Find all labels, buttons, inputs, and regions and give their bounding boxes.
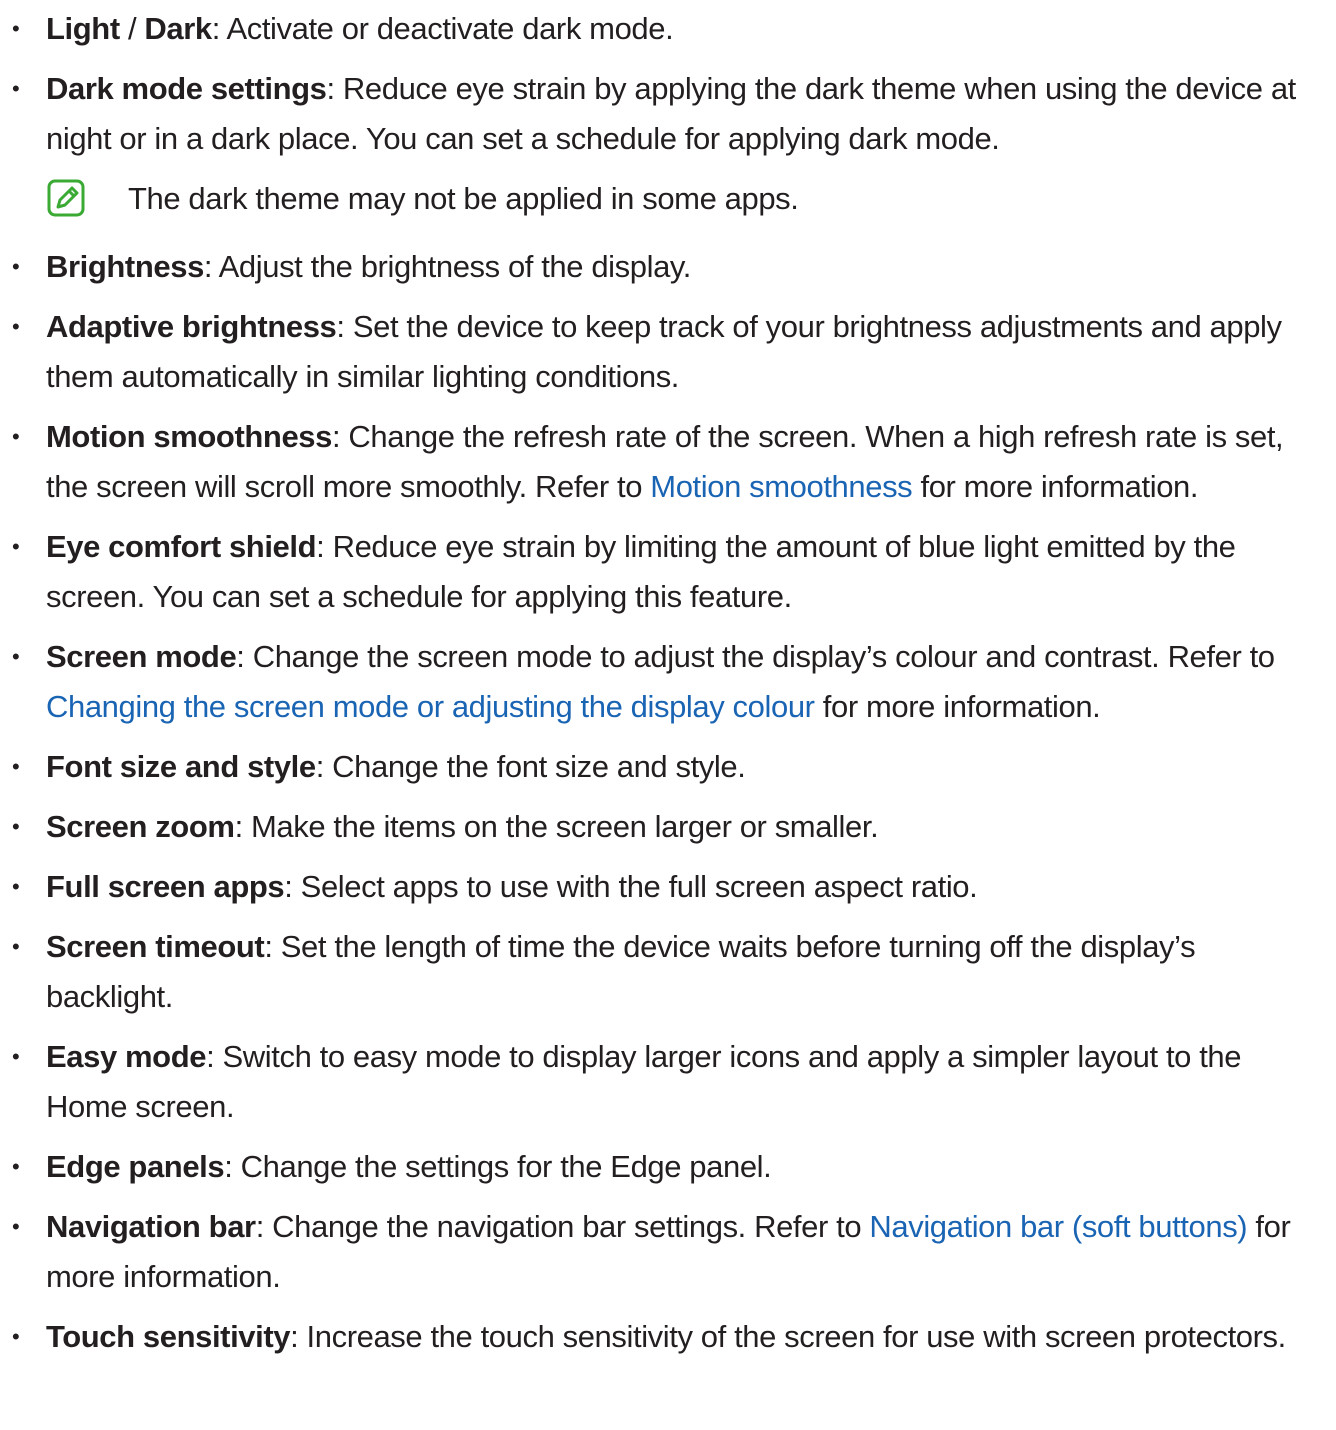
list-item: • Navigation bar: Change the navigation b… xyxy=(0,1202,1336,1302)
setting-term: Dark xyxy=(144,11,212,46)
setting-term: Screen zoom xyxy=(46,809,235,844)
list-item: • Adaptive brightness: Set the device to … xyxy=(0,302,1336,402)
cross-reference-link[interactable]: Changing the screen mode or adjusting th… xyxy=(46,689,815,724)
bullet-dot: • xyxy=(12,874,20,899)
list-item: • Full screen apps: Select apps to use wi… xyxy=(0,862,1336,912)
bullet-dot: • xyxy=(12,1154,20,1179)
note-text: The dark theme may not be applied in som… xyxy=(128,181,799,216)
list-item: • Motion smoothness: Change the refresh r… xyxy=(0,412,1336,512)
list-item: • Font size and style: Change the font si… xyxy=(0,742,1336,792)
setting-term: Dark mode settings xyxy=(46,71,327,106)
note-pencil-icon xyxy=(47,179,85,217)
bullet-dot: • xyxy=(12,76,20,101)
bullet-dot: • xyxy=(12,1214,20,1239)
bullet-dot: • xyxy=(12,424,20,449)
setting-term: Screen timeout xyxy=(46,929,265,964)
setting-term: Easy mode xyxy=(46,1039,207,1074)
description-text: : Change the font size and style. xyxy=(315,749,746,784)
bullet-dot: • xyxy=(12,16,20,41)
setting-term: Navigation bar xyxy=(46,1209,256,1244)
description-text: : Increase the touch sensitivity of the … xyxy=(290,1319,1286,1354)
bullet-dot: • xyxy=(12,1044,20,1069)
note-callout: The dark theme may not be applied in som… xyxy=(0,174,1336,224)
description-text: : Activate or deactivate dark mode. xyxy=(211,11,674,46)
list-item: • Easy mode: Switch to easy mode to displ… xyxy=(0,1032,1336,1132)
bullet-dot: • xyxy=(12,1324,20,1349)
description-text: : Change the screen mode to adjust the d… xyxy=(236,639,1275,674)
cross-reference-link[interactable]: Motion smoothness xyxy=(650,469,912,504)
list-item: • Screen timeout: Set the length of time … xyxy=(0,922,1336,1022)
bullet-dot: • xyxy=(12,814,20,839)
description-text: : Make the items on the screen larger or… xyxy=(234,809,879,844)
list-item: • Brightness: Adjust the brightness of th… xyxy=(0,242,1336,292)
bullet-dot: • xyxy=(12,754,20,779)
setting-term: Adaptive brightness xyxy=(46,309,337,344)
setting-term: Light xyxy=(46,11,120,46)
setting-term: Screen mode xyxy=(46,639,237,674)
description-text: : Select apps to use with the full scree… xyxy=(284,869,978,904)
list-item: • Light / Dark: Activate or deactivate da… xyxy=(0,4,1336,54)
bullet-dot: • xyxy=(12,934,20,959)
description-text: for more information. xyxy=(814,689,1101,724)
setting-term: Edge panels xyxy=(46,1149,225,1184)
description-text: / xyxy=(119,11,145,46)
list-item: • Screen mode: Change the screen mode to … xyxy=(0,632,1336,732)
list-item: • Screen zoom: Make the items on the scre… xyxy=(0,802,1336,852)
description-text: for more information. xyxy=(912,469,1199,504)
manual-page: • Light / Dark: Activate or deactivate da… xyxy=(0,0,1336,1430)
setting-term: Brightness xyxy=(46,249,204,284)
bullet-dot: • xyxy=(12,314,20,339)
setting-term: Touch sensitivity xyxy=(46,1319,291,1354)
list-item: • Edge panels: Change the settings for th… xyxy=(0,1142,1336,1192)
setting-term: Font size and style xyxy=(46,749,316,784)
setting-term: Eye comfort shield xyxy=(46,529,317,564)
list-item: • Dark mode settings: Reduce eye strain b… xyxy=(0,64,1336,164)
list-item: • Eye comfort shield: Reduce eye strain b… xyxy=(0,522,1336,622)
cross-reference-link[interactable]: Navigation bar (soft buttons) xyxy=(869,1209,1247,1244)
description-text: : Adjust the brightness of the display. xyxy=(203,249,691,284)
setting-term: Full screen apps xyxy=(46,869,285,904)
list-item: • Touch sensitivity: Increase the touch s… xyxy=(0,1312,1336,1362)
bullet-dot: • xyxy=(12,644,20,669)
description-text: : Change the navigation bar settings. Re… xyxy=(255,1209,870,1244)
bullet-dot: • xyxy=(12,254,20,279)
setting-term: Motion smoothness xyxy=(46,419,332,454)
settings-bullet-list: • Light / Dark: Activate or deactivate da… xyxy=(0,4,1336,1372)
description-text: : Change the settings for the Edge panel… xyxy=(224,1149,772,1184)
bullet-dot: • xyxy=(12,534,20,559)
description-text: : Switch to easy mode to display larger … xyxy=(46,1039,1242,1124)
